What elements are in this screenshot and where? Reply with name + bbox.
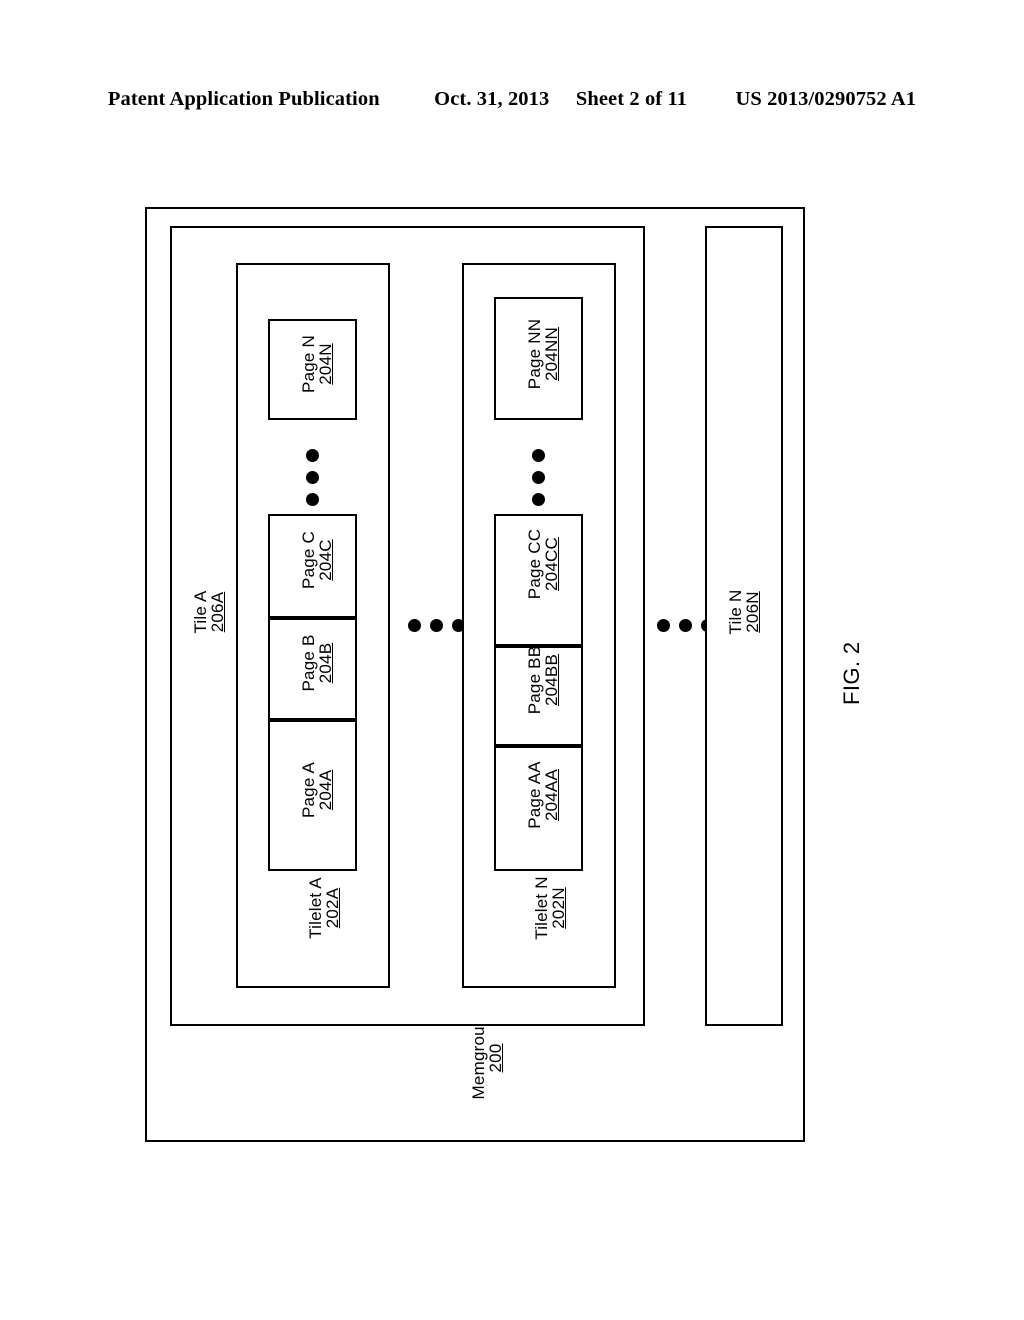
ellipsis-dot: [305, 492, 319, 506]
header-publication: Patent Application Publication: [107, 88, 380, 110]
page-c-label: Page C 204C: [299, 520, 336, 600]
page-nn-name: Page NN: [525, 318, 544, 390]
tile-n-label: Tile N 206N: [726, 562, 763, 662]
ellipsis-dot: [531, 492, 545, 506]
ellipsis-dot: [305, 448, 319, 462]
page-aa-name: Page AA: [525, 761, 544, 829]
page-b-label: Page B 204B: [299, 623, 336, 703]
ellipsis-dot: [407, 618, 421, 632]
page-cc-label: Page CC 204CC: [525, 514, 562, 614]
tile-a-name: Tile A: [191, 590, 210, 634]
ellipsis-dot: [531, 448, 545, 462]
page-b-ref: 204B: [316, 642, 336, 684]
page-header: Patent Application Publication Oct. 31, …: [0, 88, 1024, 111]
page-a-ref: 204A: [316, 769, 336, 811]
tile-a-ref: 206A: [208, 591, 228, 633]
header-sheet: Sheet 2 of 11: [575, 88, 688, 110]
pages-a-ellipsis: [299, 444, 325, 510]
page-n-label: Page N 204N: [299, 324, 336, 404]
tile-n-ref: 206N: [743, 591, 763, 633]
page-bb-name: Page BB: [525, 645, 544, 715]
header-date: Oct. 31, 2013: [434, 88, 550, 110]
tile-n-name: Tile N: [726, 589, 745, 635]
page-cc-name: Page CC: [525, 528, 544, 600]
page-aa-ref: 204AA: [542, 768, 562, 822]
ellipsis-dot: [656, 618, 670, 632]
header-patent-number: US 2013/0290752 A1: [735, 88, 917, 110]
page-aa-label: Page AA 204AA: [525, 745, 562, 845]
page-nn-label: Page NN 204NN: [525, 304, 562, 404]
page-c-name: Page C: [299, 531, 318, 589]
page-a-label: Page A 204A: [299, 750, 336, 830]
ellipsis-dot: [429, 618, 443, 632]
page-bb-label: Page BB 204BB: [525, 630, 562, 730]
pages-n-ellipsis: [525, 444, 551, 510]
tilelet-ellipsis: [403, 612, 469, 638]
page-c-ref: 204C: [316, 539, 336, 581]
tile-a-label: Tile A 206A: [191, 562, 228, 662]
page-a-name: Page A: [299, 761, 318, 819]
page-n-ref: 204N: [316, 343, 336, 385]
figure-caption: FIG. 2: [839, 641, 864, 705]
ellipsis-dot: [531, 470, 545, 484]
page-nn-ref: 204NN: [542, 327, 562, 381]
page-bb-ref: 204BB: [542, 653, 562, 707]
ellipsis-dot: [305, 470, 319, 484]
page-cc-ref: 204CC: [542, 537, 562, 591]
ellipsis-dot: [678, 618, 692, 632]
page-b-name: Page B: [299, 634, 318, 692]
page-n-name: Page N: [299, 335, 318, 393]
